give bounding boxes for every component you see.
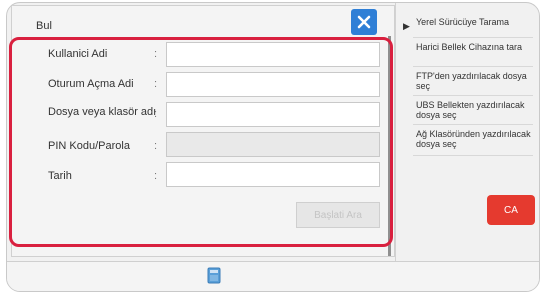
play-arrow-icon: ▶ [403,21,410,31]
date-input[interactable] [166,162,380,187]
panel-divider [395,3,396,261]
side-separator [413,124,533,125]
field-label-pin: PIN Kodu/Parola [48,140,130,152]
field-label-filename: Dosya veya klasör adı [48,106,157,118]
side-separator [413,37,533,38]
login-name-input[interactable] [166,72,380,97]
side-menu: ▶ Yerel Sürücüye Tarama Harici Bellek Ci… [403,9,539,169]
pin-password-input [166,132,380,157]
field-colon: : [154,78,158,90]
side-item-usb[interactable]: UBS Bellekten yazdırılacak dosya seç [416,100,536,120]
side-item-local-drive[interactable]: Yerel Sürücüye Tarama [416,17,536,27]
ca-button[interactable]: CA [487,195,535,225]
dialog-title: Bul [36,20,52,32]
side-separator [413,66,533,67]
field-colon: : [154,48,158,60]
side-item-network-folder[interactable]: Ağ Klasöründen yazdırılacak dosya seç [416,129,536,149]
field-label-date: Tarih [48,170,72,182]
side-item-ftp[interactable]: FTP'den yazdırılacak dosya seç [416,71,536,91]
search-dialog: Bul Kullanici Adi : Oturum Açma Adi : Do… [11,5,395,257]
start-search-button: Başlati Ara [296,202,380,228]
field-label-username: Kullanici Adi [48,48,108,60]
search-form: Kullanici Adi : Oturum Açma Adi : Dosya … [24,42,386,252]
screen: Bul Kullanici Adi : Oturum Açma Adi : Do… [6,2,540,292]
field-colon: : [154,140,158,152]
side-item-external-memory[interactable]: Harici Bellek Cihazına tara [416,42,536,52]
bottom-bar [7,261,539,291]
field-colon: : [154,108,158,120]
side-separator [413,155,533,156]
side-separator [413,95,533,96]
username-input[interactable] [166,42,380,67]
dialog-scrollbar[interactable] [388,36,391,256]
close-button[interactable] [351,9,377,35]
field-label-login: Oturum Açma Adi [48,78,134,90]
filename-input[interactable] [166,102,380,127]
close-icon [357,15,371,29]
field-colon: : [154,170,158,182]
storage-icon[interactable] [207,267,221,284]
